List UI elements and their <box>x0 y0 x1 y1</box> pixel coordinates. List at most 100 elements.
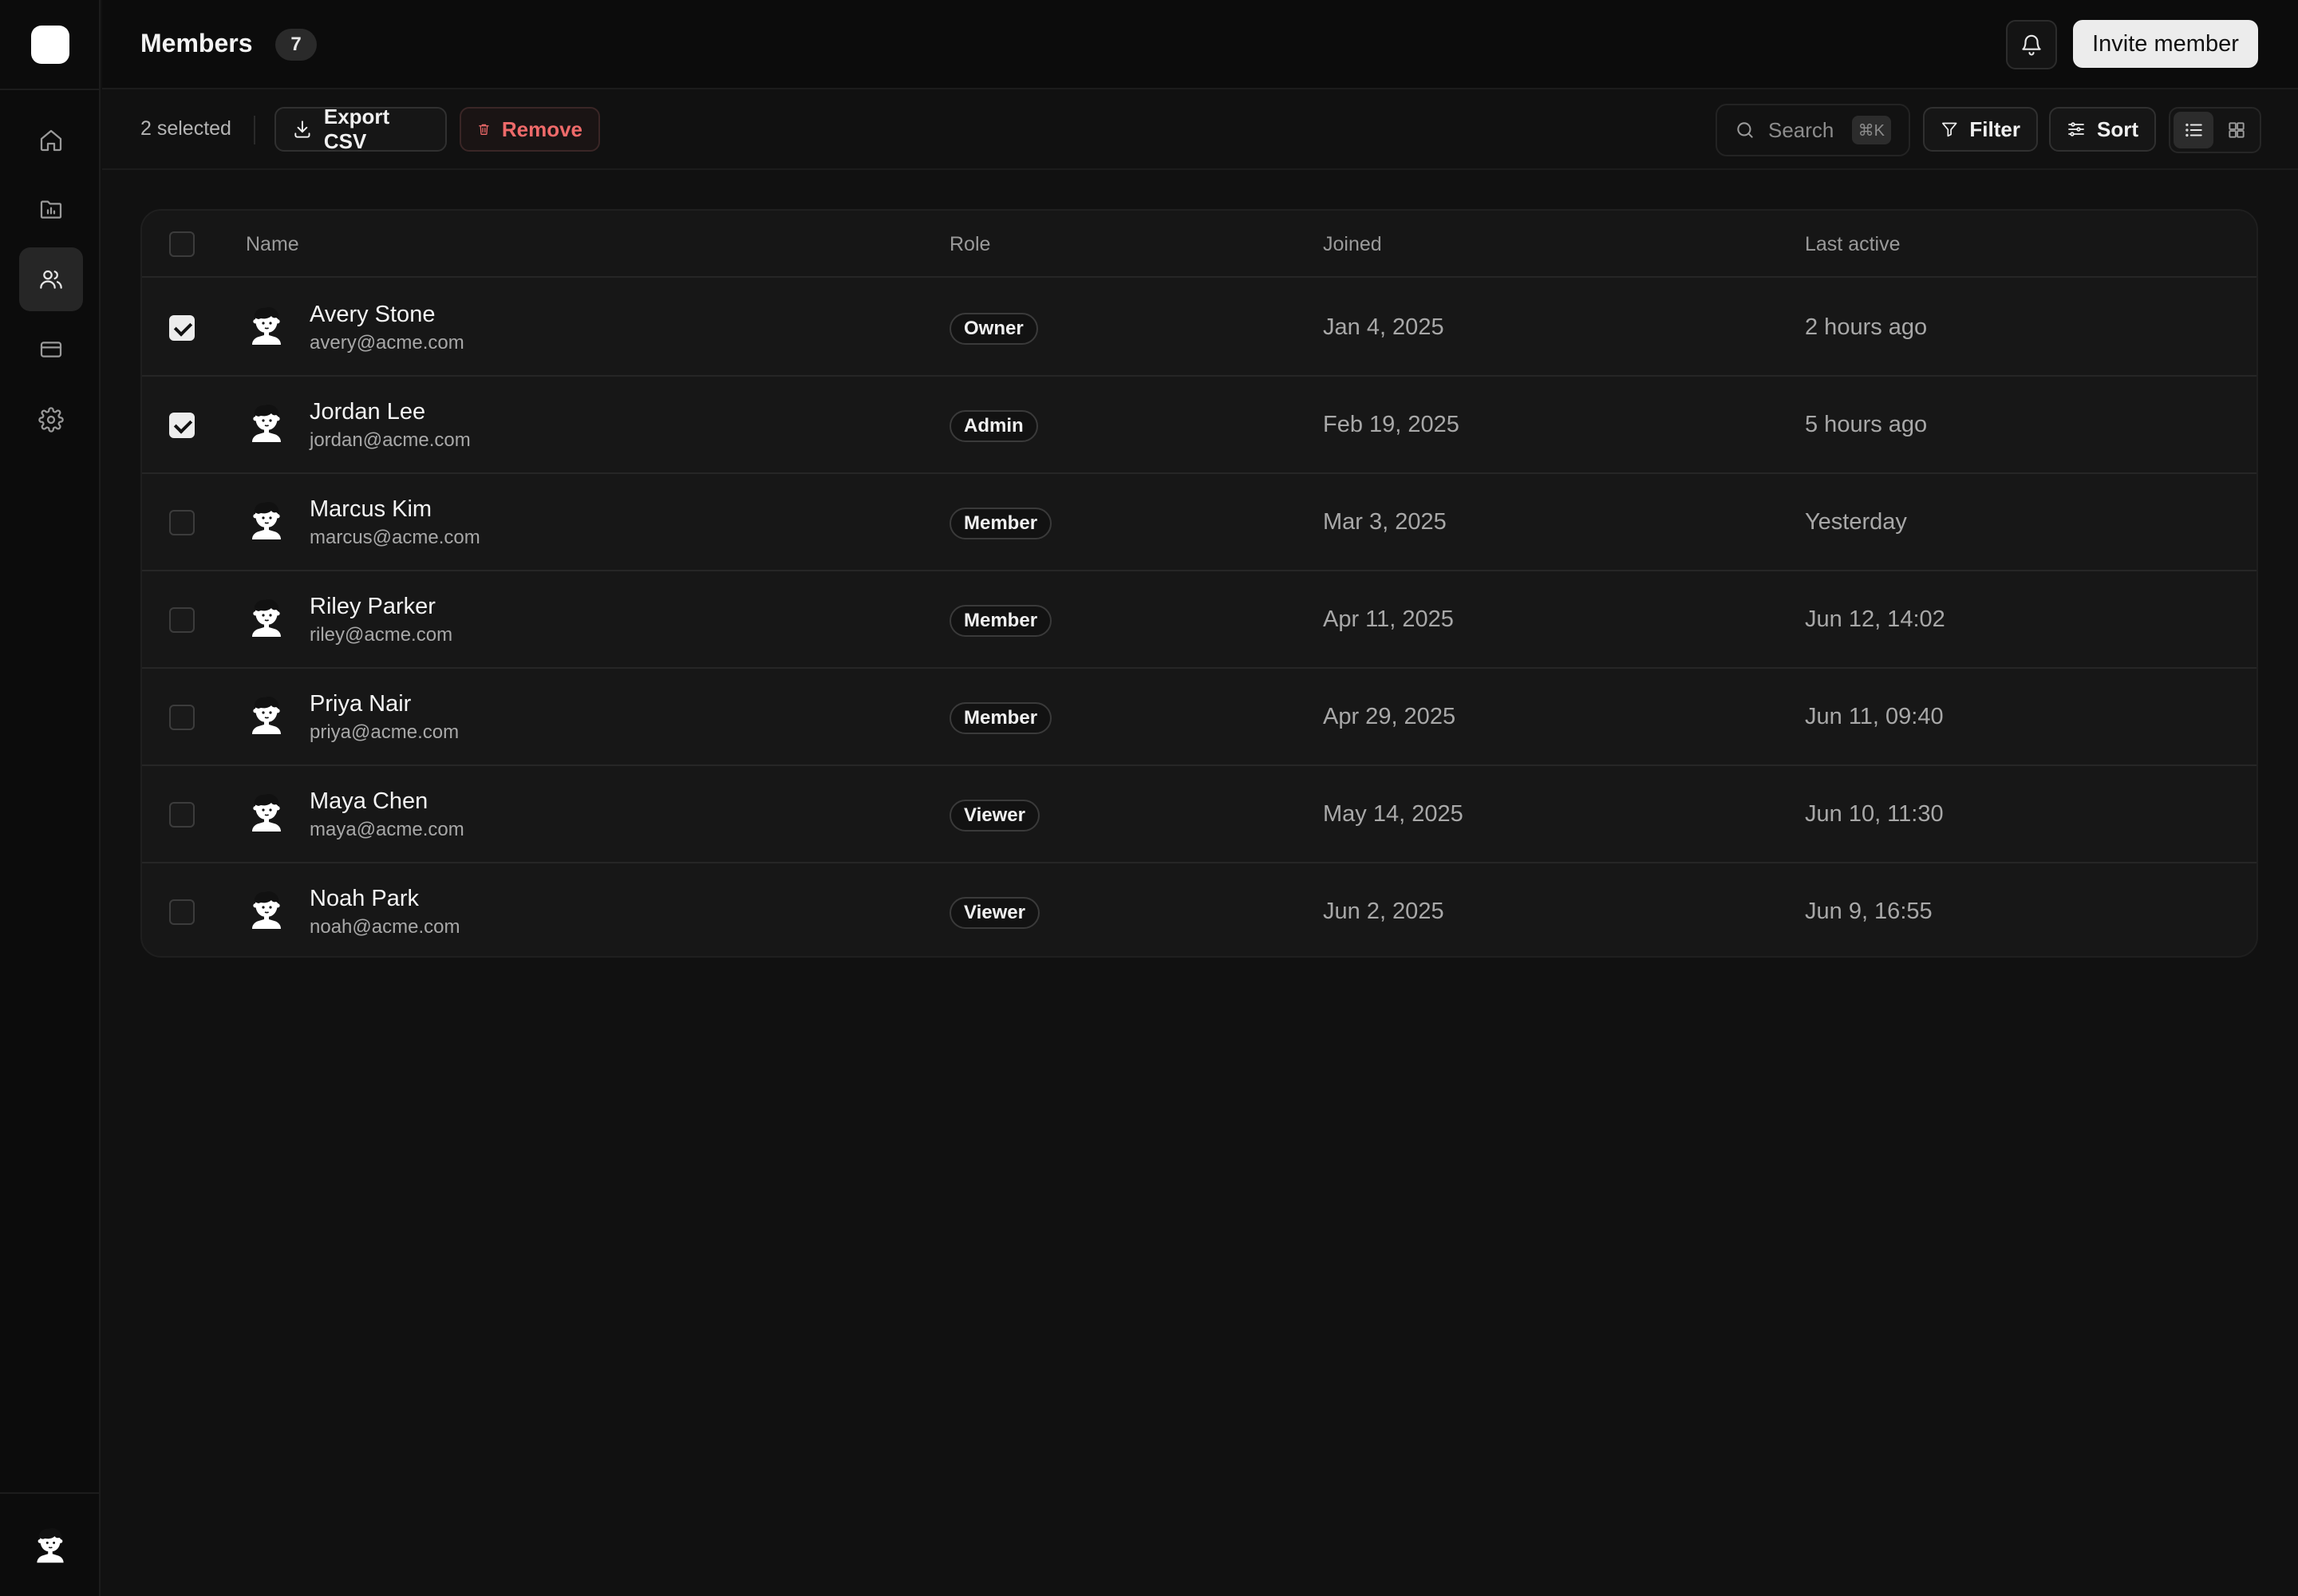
table-row[interactable]: Riley Parker riley@acme.com Member Apr 1… <box>142 571 2257 669</box>
home-icon <box>40 129 62 152</box>
member-email: noah@acme.com <box>310 916 460 938</box>
table-header: Name Role Joined Last active <box>142 211 2257 278</box>
table-row[interactable]: Noah Park noah@acme.com Viewer Jun 2, 20… <box>142 863 2257 956</box>
member-avatar <box>252 405 281 442</box>
search-input[interactable]: Search ⌘K <box>1716 104 1910 156</box>
member-name[interactable]: Marcus Kim <box>310 496 432 523</box>
page-title: Members <box>140 29 253 57</box>
remove-label: Remove <box>501 117 582 141</box>
table-row[interactable]: Jordan Lee jordan@acme.com Admin Feb 19,… <box>142 377 2257 474</box>
member-name[interactable]: Priya Nair <box>310 691 411 717</box>
role-badge[interactable]: Member <box>950 508 1052 539</box>
member-name[interactable]: Maya Chen <box>310 788 428 815</box>
column-header-joined[interactable]: Joined <box>1323 233 1382 256</box>
member-name[interactable]: Jordan Lee <box>310 399 425 425</box>
app-logo[interactable] <box>31 26 69 64</box>
search-icon <box>1737 122 1753 138</box>
row-checkbox[interactable] <box>169 510 195 535</box>
row-checkbox[interactable] <box>169 705 195 730</box>
column-header-last-active[interactable]: Last active <box>1805 233 1901 256</box>
role-badge[interactable]: Admin <box>950 410 1038 442</box>
joined-date: Jan 4, 2025 <box>1323 314 1444 340</box>
role-badge[interactable]: Owner <box>950 313 1038 345</box>
export-csv-label: Export CSV <box>323 105 390 153</box>
member-name[interactable]: Avery Stone <box>310 302 435 328</box>
trash-icon <box>479 124 489 135</box>
bell-icon <box>2022 34 2041 56</box>
member-avatar <box>252 794 281 832</box>
select-all-checkbox[interactable] <box>169 231 195 257</box>
joined-date: Feb 19, 2025 <box>1323 412 1459 437</box>
joined-date: Mar 3, 2025 <box>1323 509 1447 535</box>
search-placeholder: Search <box>1768 117 1834 142</box>
member-email: riley@acme.com <box>310 624 453 646</box>
filter-icon <box>1941 122 1957 137</box>
member-avatar <box>252 891 281 929</box>
last-active: 2 hours ago <box>1805 314 1928 340</box>
members-table: Name Role Joined Last active Avery Stone… <box>140 209 2258 958</box>
last-active: Jun 12, 14:02 <box>1805 606 1945 632</box>
row-checkbox[interactable] <box>169 802 195 828</box>
folder-chart-icon <box>40 200 62 219</box>
member-avatar <box>252 307 281 345</box>
sidebar <box>0 0 101 1596</box>
table-row[interactable]: Priya Nair priya@acme.com Member Apr 29,… <box>142 669 2257 766</box>
table-row[interactable]: Avery Stone avery@acme.com Owner Jan 4, … <box>142 279 2257 377</box>
remove-button[interactable]: Remove <box>460 107 600 152</box>
last-active: Yesterday <box>1805 509 1907 535</box>
last-active: 5 hours ago <box>1805 412 1928 437</box>
top-header: Members 7 Invite member <box>102 0 2298 89</box>
role-badge[interactable]: Viewer <box>950 800 1040 832</box>
joined-date: Apr 11, 2025 <box>1323 606 1454 632</box>
table-row[interactable]: Marcus Kim marcus@acme.com Member Mar 3,… <box>142 474 2257 571</box>
column-header-role[interactable]: Role <box>950 233 990 256</box>
grid-icon <box>2229 122 2245 138</box>
member-email: maya@acme.com <box>310 819 464 840</box>
column-header-name[interactable]: Name <box>246 233 299 256</box>
filter-label: Filter <box>1969 117 2020 141</box>
download-icon <box>294 120 310 138</box>
logo-container <box>0 0 101 89</box>
role-badge[interactable]: Member <box>950 605 1052 637</box>
filter-button[interactable]: Filter <box>1923 107 2038 152</box>
member-count-badge: 7 <box>275 29 317 61</box>
member-name[interactable]: Riley Parker <box>310 594 436 620</box>
export-csv-button[interactable]: Export CSV <box>274 105 447 153</box>
row-checkbox[interactable] <box>169 413 195 438</box>
member-email: avery@acme.com <box>310 332 464 354</box>
row-checkbox[interactable] <box>169 607 195 633</box>
users-icon <box>40 270 62 289</box>
grid-view-button[interactable] <box>2217 112 2257 148</box>
invite-member-button[interactable]: Invite member <box>2073 20 2258 68</box>
sidebar-item-billing[interactable] <box>19 318 83 381</box>
selection-count: 2 selected <box>140 117 231 140</box>
row-checkbox[interactable] <box>169 315 195 341</box>
joined-date: May 14, 2025 <box>1323 801 1463 827</box>
sidebar-item-projects[interactable] <box>19 177 83 241</box>
credit-card-icon <box>40 342 62 358</box>
gear-icon <box>38 407 64 433</box>
notifications-button[interactable] <box>2006 20 2057 69</box>
role-badge[interactable]: Member <box>950 702 1052 734</box>
list-icon <box>2185 123 2202 137</box>
sidebar-item-home[interactable] <box>19 109 83 172</box>
table-row[interactable]: Maya Chen maya@acme.com Viewer May 14, 2… <box>142 766 2257 863</box>
role-badge[interactable]: Viewer <box>950 897 1040 929</box>
sidebar-divider <box>0 1492 101 1494</box>
member-avatar <box>252 599 281 637</box>
member-email: jordan@acme.com <box>310 429 471 451</box>
joined-date: Apr 29, 2025 <box>1323 704 1456 729</box>
last-active: Jun 11, 09:40 <box>1805 704 1944 729</box>
sort-label: Sort <box>2097 117 2138 141</box>
sidebar-item-settings[interactable] <box>19 388 83 452</box>
sidebar-divider <box>0 89 101 90</box>
sort-button[interactable]: Sort <box>2049 107 2156 152</box>
user-avatar[interactable] <box>31 1527 69 1566</box>
list-view-button[interactable] <box>2174 112 2213 148</box>
member-name[interactable]: Noah Park <box>310 886 419 912</box>
bulk-actions-toolbar: 2 selected Export CSV Remove Search ⌘K F… <box>102 90 2298 170</box>
toolbar-divider <box>254 116 255 144</box>
sliders-icon <box>2068 122 2084 136</box>
sidebar-item-members[interactable] <box>19 247 83 311</box>
row-checkbox[interactable] <box>169 899 195 925</box>
